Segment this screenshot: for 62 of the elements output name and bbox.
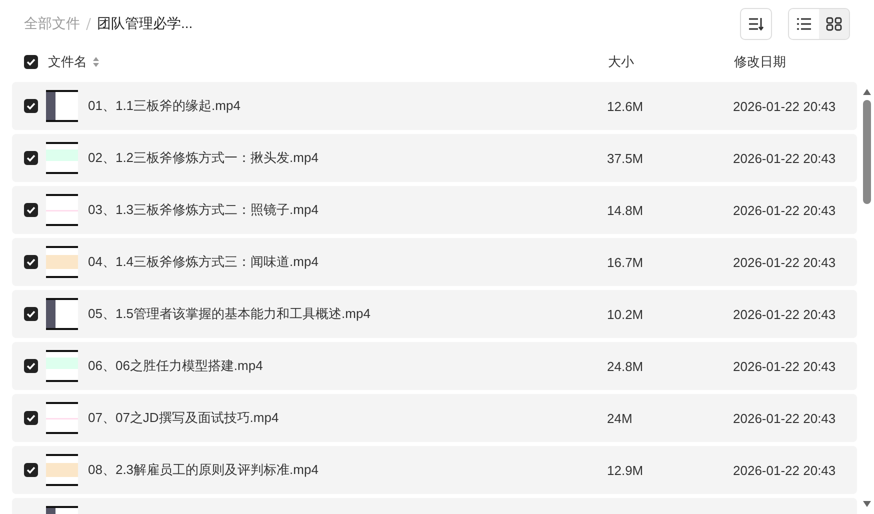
- checkbox[interactable]: [24, 307, 38, 321]
- file-row[interactable]: 06、06之胜任力模型搭建.mp4 24.8M 2026-01-22 20:43: [12, 342, 857, 390]
- modified-date: 2026-01-22 20:43: [733, 202, 836, 218]
- sort-arrows-icon[interactable]: [92, 56, 100, 68]
- column-header[interactable]: 修改日期: [734, 54, 786, 69]
- modified-date: 2026-01-22 20:43: [733, 358, 836, 374]
- file-name: 05、1.5管理者该掌握的基本能力和工具概述.mp4: [88, 305, 370, 323]
- checkbox[interactable]: [24, 99, 38, 113]
- file-row[interactable]: 03、1.3三板斧修炼方式二：照镜子.mp4 14.8M 2026-01-22 20:43: [12, 186, 857, 234]
- file-size: 16.7M: [607, 254, 644, 270]
- file-row[interactable]: 07、07之JD撰写及面试技巧.mp4 24M 2026-01-22 20:43: [12, 394, 857, 442]
- video-thumbnail: [46, 142, 78, 174]
- modified-date: 2026-01-22 20:43: [733, 150, 836, 166]
- scrollbar-thumb[interactable]: [863, 100, 871, 204]
- scroll-down-icon[interactable]: [862, 500, 872, 508]
- file-size: 37.5M: [607, 150, 644, 166]
- file-row[interactable]: 02、1.2三板斧修炼方式一：揪头发.mp4 37.5M 2026-01-22 20:43: [12, 134, 857, 182]
- checkbox[interactable]: [24, 151, 38, 165]
- file-name: 08、2.3解雇员工的原则及评判标准.mp4: [88, 461, 318, 479]
- video-thumbnail: [46, 90, 78, 122]
- checkbox[interactable]: [24, 411, 38, 425]
- file-size: 12.9M: [607, 462, 644, 478]
- file-size: 24M: [607, 410, 632, 426]
- grid-view-icon: [826, 17, 842, 31]
- modified-date: 2026-01-22 20:43: [733, 306, 836, 322]
- file-size: 24.8M: [607, 358, 644, 374]
- column-header[interactable]: 大小: [608, 54, 634, 69]
- video-thumbnail: [46, 194, 78, 226]
- list-view-button[interactable]: [789, 9, 819, 39]
- list-view-icon: [796, 17, 812, 31]
- video-thumbnail: [46, 402, 78, 434]
- video-thumbnail: [46, 454, 78, 486]
- file-name: 04、1.4三板斧修炼方式三：闻味道.mp4: [88, 253, 318, 271]
- file-name: 02、1.2三板斧修炼方式一：揪头发.mp4: [88, 149, 318, 167]
- file-name: 03、1.3三板斧修炼方式二：照镜子.mp4: [88, 201, 318, 219]
- file-size: 14.8M: [607, 202, 644, 218]
- modified-date: 2026-01-22 20:43: [733, 98, 836, 114]
- sort-button[interactable]: [740, 8, 772, 40]
- file-row[interactable]: 04、1.4三板斧修炼方式三：闻味道.mp4 16.7M 2026-01-22 20:43: [12, 238, 857, 286]
- breadcrumb-link[interactable]: 团队管理必学...: [97, 15, 193, 33]
- video-thumbnail: [46, 350, 78, 382]
- scroll-up-icon[interactable]: [862, 88, 872, 96]
- file-name: 06、06之胜任力模型搭建.mp4: [88, 357, 263, 375]
- modified-date: 2026-01-22 20:43: [733, 254, 836, 270]
- file-row[interactable]: 01、1.1三板斧的缘起.mp4 12.6M 2026-01-22 20:43: [12, 82, 857, 130]
- video-thumbnail: [46, 246, 78, 278]
- file-row[interactable]: 05、1.5管理者该掌握的基本能力和工具概述.mp4 10.2M 2026-01-22 20:43: [12, 290, 857, 338]
- checkbox[interactable]: [24, 203, 38, 217]
- checkbox[interactable]: [24, 55, 38, 69]
- file-name: 01、1.1三板斧的缘起.mp4: [88, 97, 240, 115]
- file-size: 10.2M: [607, 306, 644, 322]
- modified-date: 2026-01-22 20:43: [733, 410, 836, 426]
- video-thumbnail: [46, 298, 78, 330]
- modified-date: 2026-01-22 20:43: [733, 462, 836, 478]
- file-size: 12.6M: [607, 98, 644, 114]
- checkbox[interactable]: [24, 255, 38, 269]
- column-header[interactable]: 文件名: [48, 53, 87, 71]
- checkbox[interactable]: [24, 359, 38, 373]
- file-name: 07、07之JD撰写及面试技巧.mp4: [88, 409, 279, 427]
- file-row[interactable]: 08、2.3解雇员工的原则及评判标准.mp4 12.9M 2026-01-22 20:43: [12, 446, 857, 494]
- sort-icon: [748, 17, 764, 31]
- checkbox[interactable]: [24, 463, 38, 477]
